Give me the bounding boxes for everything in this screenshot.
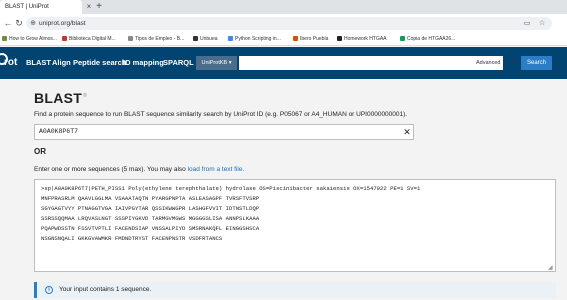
nav-id-mapping[interactable]: ID mapping (123, 47, 164, 79)
bookmark-item[interactable]: Tipos de Empleo - B... (128, 33, 188, 46)
enter-prompt: Enter one or more sequences (5 max). You… (34, 166, 245, 173)
site-header: rot BLAST Align Peptide search ID mappin… (0, 47, 567, 79)
tab-close-icon[interactable]: × (84, 2, 94, 12)
cast-icon[interactable]: ▭ (522, 17, 532, 30)
resize-grip-icon[interactable]: ◢ (548, 265, 554, 271)
bookmark-item[interactable]: How to Grow Almos... (2, 33, 58, 46)
or-label: OR (34, 147, 46, 156)
bookmark-favicon-icon (228, 36, 233, 42)
bookmark-item[interactable]: Copia de HTGAA26... (400, 33, 468, 46)
sequence-line: NSGNSNQALI GKKGVAWMKR FMDNDTRYST FACENPN… (41, 235, 223, 242)
bookmark-item[interactable]: Homework HTGAA (337, 33, 397, 46)
bookmark-item[interactable]: Python Scripting in... (228, 33, 290, 46)
bookmark-favicon-icon (337, 36, 342, 42)
info-message: Your input contains 1 sequence. (59, 286, 152, 293)
bookmark-star-icon[interactable]: ☆ (537, 17, 547, 30)
bookmark-favicon-icon (400, 36, 405, 42)
load-from-file-link[interactable]: load from a text file. (188, 166, 245, 173)
search-button[interactable]: Search (521, 56, 552, 70)
search-input[interactable]: Advanced | List (239, 56, 518, 70)
clear-icon[interactable]: ✕ (402, 125, 412, 139)
nav-peptide-search[interactable]: Peptide search (73, 47, 126, 79)
bookmark-favicon-icon (62, 36, 67, 42)
advanced-search-link[interactable]: Advanced (476, 56, 500, 70)
bookmark-favicon-icon (293, 36, 298, 42)
bookmark-favicon-icon (2, 36, 7, 42)
omnibox[interactable]: ⊕ uniprot.org/blast ▭ ☆ (26, 17, 552, 30)
bookmark-item[interactable]: Unbuea (193, 33, 225, 46)
browser-tab-strip: BLAST | UniProt × + (0, 0, 567, 14)
sequence-line: >sp|A0A0K8P6T7|PETH_PISS1 Poly(ethylene … (41, 185, 421, 192)
uniprot-id-input[interactable]: A0A0K8P6T7 (34, 124, 414, 140)
info-icon: i (45, 286, 53, 294)
url-text[interactable]: uniprot.org/blast (39, 17, 86, 30)
bookmark-favicon-icon (128, 36, 133, 42)
bookmark-item[interactable]: Ibero Puebla (293, 33, 333, 46)
sequence-line: MNFPRASRLM QAAVLGGLMA VSAAATAQTN PYARGPN… (41, 195, 260, 202)
sequence-line: SSRSSQQMAA LRQVASLNGT SSSPIYGKVD TARMGVM… (41, 215, 260, 222)
sequence-textarea[interactable]: >sp|A0A0K8P6T7|PETH_PISS1 Poly(ethylene … (34, 179, 556, 272)
address-bar-row: ← ↻ ⊕ uniprot.org/blast ▭ ☆ (0, 14, 567, 33)
link-separator: | (505, 60, 507, 66)
bookmark-favicon-icon (193, 36, 198, 42)
site-info-icon[interactable]: ⊕ (28, 17, 38, 30)
nav-blast[interactable]: BLAST (26, 47, 51, 79)
uniprot-logo[interactable]: rot (0, 51, 22, 75)
bookmark-item[interactable]: Biblioteca Digital M... (62, 33, 124, 46)
tab-blast-uniprot[interactable]: BLAST | UniProt (0, 0, 82, 14)
nav-sparql[interactable]: SPARQL (163, 47, 194, 79)
back-arrow-icon[interactable]: ← (3, 17, 13, 29)
sequence-line: PQAPWDSSTN FSSVTVPTLI FACENDSIAP VNSSALP… (41, 225, 260, 232)
new-tab-button[interactable]: + (94, 1, 104, 13)
bookmarks-bar: How to Grow Almos... Biblioteca Digital … (0, 33, 567, 46)
nav-align[interactable]: Align (52, 47, 71, 79)
registered-mark: ® (83, 93, 88, 100)
database-select[interactable]: UniProtKB ▾ (196, 56, 237, 70)
find-prompt: Find a protein sequence to run BLAST seq… (34, 111, 408, 118)
list-link[interactable]: List (509, 56, 518, 70)
sequence-line: SGYGAGTVYY PTNAGGTVGA IAIVPGYTAR QSSIKWW… (41, 205, 260, 212)
reload-icon[interactable]: ↻ (14, 17, 24, 29)
info-message-bar: i Your input contains 1 sequence. (34, 282, 556, 298)
page-title: BLAST® (34, 90, 88, 106)
